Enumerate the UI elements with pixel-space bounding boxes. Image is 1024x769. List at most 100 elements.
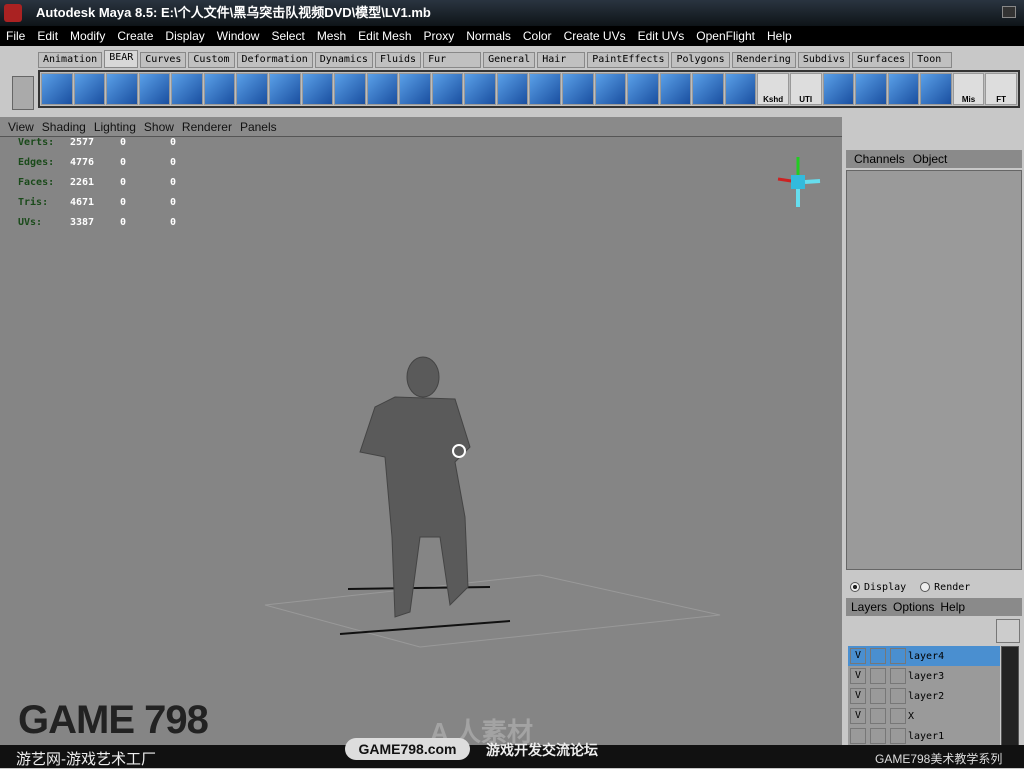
vp-menu-panels[interactable]: Panels	[236, 120, 281, 134]
shelf-tool-icon[interactable]: Mis	[952, 73, 985, 105]
shelf-tool-icon[interactable]	[366, 73, 399, 105]
shelf-tool-icon[interactable]	[855, 73, 887, 105]
color-swatch[interactable]	[890, 688, 906, 704]
color-swatch[interactable]	[890, 668, 906, 684]
shelf-tool-icon[interactable]	[41, 73, 73, 105]
menu-edit-uvs[interactable]: Edit UVs	[632, 29, 691, 43]
menu-modify[interactable]: Modify	[64, 29, 111, 43]
shelf-tab-active[interactable]: BEAR	[104, 50, 139, 68]
visibility-toggle[interactable]	[850, 728, 866, 744]
shelf-tool-icon[interactable]	[171, 73, 203, 105]
shelf-tool-icon[interactable]	[529, 73, 561, 105]
shelf-tool-icon[interactable]	[627, 73, 659, 105]
shelf-tab[interactable]: Subdivs	[797, 52, 850, 68]
shelf-tool-icon[interactable]	[301, 73, 334, 105]
channel-box[interactable]	[846, 170, 1022, 570]
shelf-tool-icon[interactable]	[203, 73, 236, 105]
shelf-tool-icon[interactable]	[887, 73, 920, 105]
shelf-tab[interactable]: Toon	[912, 52, 953, 68]
shelf-tab[interactable]: Animation	[38, 52, 103, 68]
shelf-menu-button[interactable]	[12, 76, 34, 110]
menu-edit[interactable]: Edit	[31, 29, 64, 43]
options-menu[interactable]: Options	[890, 600, 937, 614]
shelf-tool-icon[interactable]	[496, 73, 529, 105]
render-radio[interactable]: Render	[920, 581, 970, 593]
color-swatch[interactable]	[890, 728, 906, 744]
channels-menu[interactable]: Channels	[850, 152, 909, 166]
color-swatch[interactable]	[890, 708, 906, 724]
shelf-tool-icon[interactable]	[236, 73, 268, 105]
shelf-tool-icon[interactable]: FT	[985, 73, 1017, 105]
shelf-tool-icon[interactable]	[399, 73, 431, 105]
shelf-tab[interactable]: Curves	[140, 52, 187, 68]
shelf-tool-icon[interactable]	[562, 73, 594, 105]
shelf-tab[interactable]: General	[483, 52, 536, 68]
shelf-tool-icon[interactable]	[106, 73, 138, 105]
visibility-toggle[interactable]: V	[850, 708, 866, 724]
menu-mesh[interactable]: Mesh	[311, 29, 352, 43]
shelf-tab[interactable]: Fur	[423, 52, 482, 68]
menu-openflight[interactable]: OpenFlight	[690, 29, 761, 43]
vp-menu-shading[interactable]: Shading	[38, 120, 90, 134]
shelf-tool-icon[interactable]	[724, 73, 757, 105]
menu-help[interactable]: Help	[761, 29, 798, 43]
layer-row[interactable]: Vlayer2	[848, 686, 1000, 706]
shelf-tab[interactable]: Hair	[537, 52, 586, 68]
layer-row[interactable]: Vlayer3	[848, 666, 1000, 686]
vp-menu-view[interactable]: View	[4, 120, 38, 134]
object-menu[interactable]: Object	[909, 152, 952, 166]
help-menu[interactable]: Help	[937, 600, 968, 614]
shelf-tool-icon[interactable]	[464, 73, 496, 105]
shelf-tool-icon[interactable]	[268, 73, 301, 105]
menu-window[interactable]: Window	[211, 29, 266, 43]
type-toggle[interactable]	[870, 688, 886, 704]
shelf-tool-icon[interactable]	[334, 73, 366, 105]
shelf-tool-icon[interactable]	[431, 73, 464, 105]
shelf-tab[interactable]: PaintEffects	[587, 52, 670, 68]
shelf-tab[interactable]: Surfaces	[851, 52, 911, 68]
shelf-tool-icon[interactable]	[594, 73, 627, 105]
visibility-toggle[interactable]: V	[850, 688, 866, 704]
shelf-tab[interactable]: Custom	[188, 52, 235, 68]
vp-menu-renderer[interactable]: Renderer	[178, 120, 236, 134]
panel-layout-buttons[interactable]	[846, 122, 1022, 146]
shelf-tool-icon[interactable]	[73, 73, 106, 105]
layers-menu[interactable]: Layers	[848, 600, 890, 614]
shelf-tab[interactable]: Rendering	[731, 52, 796, 68]
layer-scrollbar[interactable]	[1001, 646, 1019, 746]
menu-edit-mesh[interactable]: Edit Mesh	[352, 29, 417, 43]
vp-menu-show[interactable]: Show	[140, 120, 178, 134]
menu-proxy[interactable]: Proxy	[418, 29, 461, 43]
visibility-toggle[interactable]: V	[850, 668, 866, 684]
vp-menu-lighting[interactable]: Lighting	[90, 120, 140, 134]
type-toggle[interactable]	[870, 728, 886, 744]
menu-select[interactable]: Select	[265, 29, 310, 43]
layer-row[interactable]: layer1	[848, 726, 1000, 746]
shelf-tab[interactable]: Fluids	[374, 52, 422, 68]
menu-normals[interactable]: Normals	[460, 29, 517, 43]
shelf-tool-icon[interactable]: Kshd	[757, 73, 789, 105]
type-toggle[interactable]	[870, 648, 886, 664]
type-toggle[interactable]	[870, 668, 886, 684]
maya-app-icon[interactable]	[4, 4, 22, 22]
display-radio[interactable]: Display	[850, 581, 906, 593]
menu-create[interactable]: Create	[111, 29, 159, 43]
shelf-tab[interactable]: Deformation	[236, 52, 313, 68]
color-swatch[interactable]	[890, 648, 906, 664]
shelf-tool-icon[interactable]	[138, 73, 171, 105]
shelf-tool-icon[interactable]	[822, 73, 855, 105]
visibility-toggle[interactable]: V	[850, 648, 866, 664]
shelf-tool-icon[interactable]: UTI	[789, 73, 822, 105]
menu-display[interactable]: Display	[159, 29, 210, 43]
menu-create-uvs[interactable]: Create UVs	[558, 29, 632, 43]
layer-row[interactable]: Vlayer4	[848, 646, 1000, 666]
shelf-tool-icon[interactable]	[692, 73, 724, 105]
layer-row[interactable]: VX	[848, 706, 1000, 726]
shelf-tab[interactable]: Dynamics	[314, 52, 373, 68]
window-control-button[interactable]	[1002, 6, 1016, 18]
shelf-tool-icon[interactable]	[920, 73, 952, 105]
new-layer-icon[interactable]	[996, 619, 1020, 643]
menu-color[interactable]: Color	[517, 29, 558, 43]
shelf-tool-icon[interactable]	[659, 73, 692, 105]
menu-file[interactable]: File	[0, 29, 31, 43]
